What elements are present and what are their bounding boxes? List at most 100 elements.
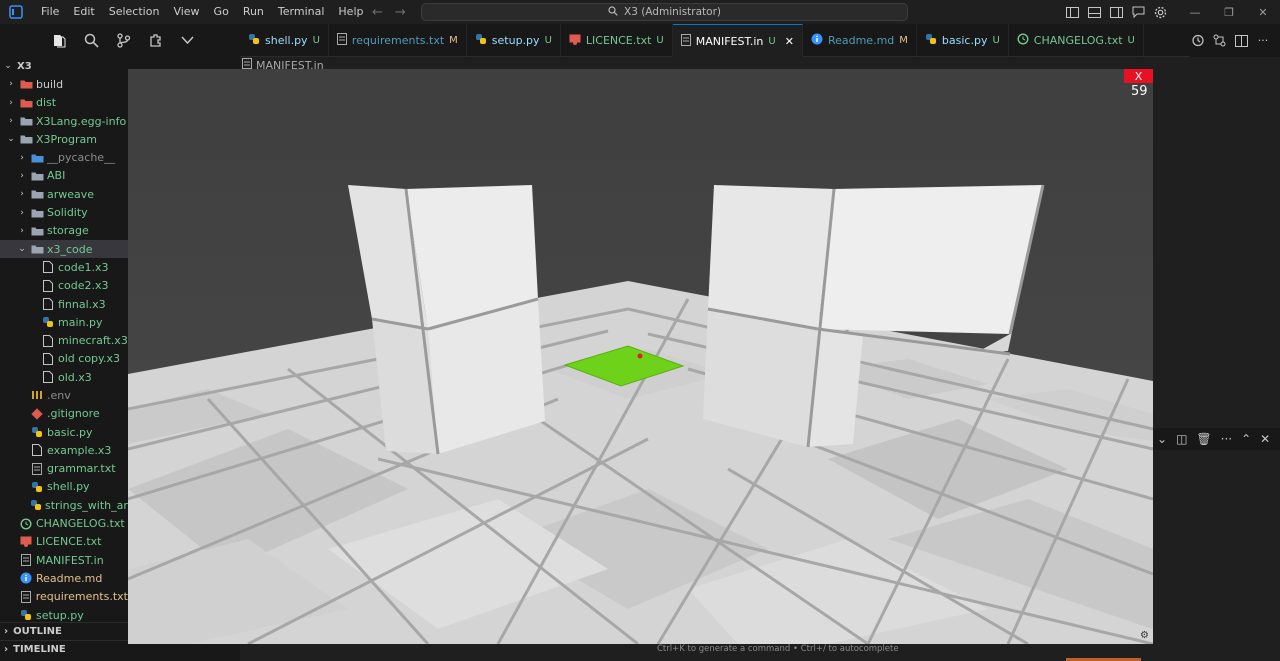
minimize-icon[interactable]: — — [1178, 0, 1212, 24]
tab-status: U — [656, 35, 664, 46]
tree-item[interactable]: basic.py — [0, 423, 128, 441]
tree-item[interactable]: grammar.txt — [0, 460, 128, 478]
file-icon — [41, 279, 55, 292]
gear-icon[interactable] — [1152, 4, 1168, 20]
menu-bar: File Edit Selection View Go Run Terminal Help — [34, 0, 370, 24]
menu-item[interactable]: Run — [236, 0, 271, 24]
tree-item[interactable]: main.py — [0, 313, 128, 331]
file-icon — [41, 334, 55, 347]
trash-icon[interactable]: 🗑 — [1196, 432, 1211, 446]
outline-section[interactable]: › OUTLINE — [0, 622, 128, 640]
chevron-right-icon: › — [4, 626, 9, 637]
explorer-files-icon[interactable] — [50, 32, 68, 50]
tree-item[interactable]: MANIFEST.in — [0, 551, 128, 569]
timeline-section[interactable]: › TIMELINE — [0, 640, 128, 658]
tree-item[interactable]: .env — [0, 386, 128, 404]
more-actions-icon[interactable]: ··· — [1221, 432, 1232, 446]
license-icon — [19, 536, 33, 548]
folder-icon — [19, 115, 33, 127]
tree-item-label: finnal.x3 — [58, 297, 106, 311]
more-actions-icon[interactable]: ··· — [1256, 34, 1270, 48]
chevron-down-icon[interactable] — [178, 32, 196, 50]
menu-item[interactable]: View — [166, 0, 206, 24]
close-window-icon[interactable]: ✕ — [1246, 0, 1280, 24]
menu-item[interactable]: Go — [207, 0, 236, 24]
tree-item[interactable]: strings_with_arr — [0, 496, 128, 514]
game-scene — [128, 69, 1153, 644]
split-panel-icon[interactable]: ◫ — [1176, 432, 1187, 446]
tree-item[interactable]: › ABI — [0, 167, 128, 185]
back-arrow-icon[interactable]: ← — [372, 5, 383, 20]
tab-basic-py[interactable]: basic.py U — [917, 24, 1009, 57]
tab-shell-py[interactable]: shell.py U — [240, 24, 329, 57]
tree-item[interactable]: › storage — [0, 222, 128, 240]
tree-item[interactable]: › arweave — [0, 185, 128, 203]
tab-requirements-txt[interactable]: requirements.txt M — [329, 24, 467, 57]
menu-item[interactable]: Selection — [102, 0, 167, 24]
tab-setup-py[interactable]: setup.py U — [467, 24, 561, 57]
lines-icon — [30, 462, 44, 475]
extensions-icon[interactable] — [146, 32, 164, 50]
tree-item[interactable]: old copy.x3 — [0, 350, 128, 368]
tree-item[interactable]: shell.py — [0, 478, 128, 496]
tree-item[interactable]: requirements.txt — [0, 588, 128, 606]
tab-status: M — [899, 35, 908, 46]
menu-item[interactable]: Help — [331, 0, 370, 24]
tree-item[interactable]: CHANGELOG.txt — [0, 514, 128, 532]
maximize-icon[interactable]: ❐ — [1212, 0, 1246, 24]
tree-item[interactable]: minecraft.x3 — [0, 331, 128, 349]
game-viewport[interactable] — [128, 69, 1153, 644]
tree-item[interactable]: code1.x3 — [0, 258, 128, 276]
tree-item[interactable]: code2.x3 — [0, 277, 128, 295]
toggle-sidebar-icon[interactable] — [1064, 4, 1080, 20]
tree-item[interactable]: › dist — [0, 94, 128, 112]
chevron-up-icon[interactable]: ⌃ — [1241, 432, 1251, 446]
game-close-button[interactable]: X — [1124, 69, 1153, 83]
tree-item[interactable]: › __pycache__ — [0, 148, 128, 166]
tree-item[interactable]: finnal.x3 — [0, 295, 128, 313]
toggle-secondary-sidebar-icon[interactable] — [1108, 4, 1124, 20]
command-center[interactable]: X3 (Administrator) — [421, 3, 908, 21]
toggle-panel-icon[interactable] — [1086, 4, 1102, 20]
history-icon[interactable] — [1190, 34, 1204, 48]
tree-item-label: code2.x3 — [58, 279, 109, 293]
tree-item[interactable]: ⌄ X3Program — [0, 130, 128, 148]
tree-item[interactable]: LICENCE.txt — [0, 533, 128, 551]
tree-item[interactable]: example.x3 — [0, 441, 128, 459]
compare-changes-icon[interactable] — [1212, 34, 1226, 48]
lines-icon — [19, 590, 33, 603]
tab-readme-md[interactable]: Readme.md M — [803, 24, 917, 57]
tab-licence-txt[interactable]: LICENCE.txt U — [561, 24, 673, 57]
tab-changelog-txt[interactable]: CHANGELOG.txt U — [1009, 24, 1144, 57]
tree-item[interactable]: › build — [0, 75, 128, 93]
tree-item[interactable]: › Solidity — [0, 203, 128, 221]
chevron-down-icon[interactable]: ⌄ — [1157, 432, 1167, 446]
tree-item[interactable]: .gitignore — [0, 405, 128, 423]
tab-status: M — [449, 35, 458, 46]
search-icon[interactable] — [82, 32, 100, 50]
tree-item-label: ABI — [47, 169, 66, 183]
menu-item[interactable]: Edit — [66, 0, 101, 24]
split-editor-icon[interactable] — [1234, 34, 1248, 48]
chevron-right-icon: › — [20, 152, 24, 163]
command-center-label: X3 (Administrator) — [624, 6, 721, 18]
source-control-icon[interactable] — [114, 32, 132, 50]
tree-item[interactable]: Readme.md — [0, 569, 128, 587]
layout-controls — [1064, 0, 1168, 24]
tree-item[interactable]: › X3Lang.egg-info — [0, 112, 128, 130]
menu-item[interactable]: Terminal — [271, 0, 332, 24]
chat-icon[interactable] — [1130, 4, 1146, 20]
close-icon[interactable]: ✕ — [1260, 432, 1270, 446]
menu-item[interactable]: File — [34, 0, 66, 24]
folder-icon — [30, 170, 44, 182]
explorer-root[interactable]: ⌄ X3 — [0, 57, 128, 75]
forward-arrow-icon[interactable]: → — [395, 5, 406, 20]
tree-item[interactable]: ⌄ x3_code — [0, 239, 128, 259]
close-icon[interactable]: ✕ — [785, 35, 794, 48]
gear-icon[interactable]: ⚙ — [1140, 631, 1150, 641]
chevron-right-icon: › — [20, 207, 24, 218]
tree-item[interactable]: old.x3 — [0, 368, 128, 386]
tree-item-label: .env — [47, 388, 71, 402]
info-icon — [811, 33, 823, 48]
tab-manifest-in[interactable]: MANIFEST.in U ✕ — [672, 24, 803, 57]
